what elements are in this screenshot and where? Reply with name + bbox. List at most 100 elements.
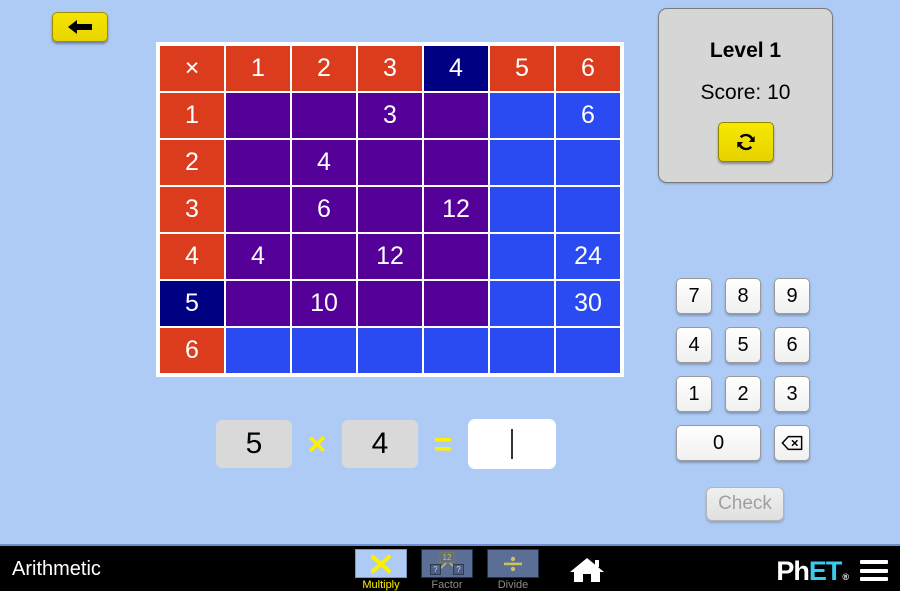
keypad-key-4[interactable]: 4: [676, 327, 712, 363]
table-header-row: × 1 2 3 4 5 6: [160, 46, 620, 91]
keypad-key-7[interactable]: 7: [676, 278, 712, 314]
screen-tab-multiply[interactable]: Multiply: [352, 549, 410, 591]
table-col-header-6[interactable]: 6: [556, 46, 620, 91]
table-cell-5x4[interactable]: [424, 281, 488, 326]
table-cell-1x3[interactable]: 3: [358, 93, 422, 138]
screen-tab-factor-label: Factor: [431, 579, 463, 591]
hamburger-menu-icon-bar: [860, 568, 888, 573]
equation-right-operand: 4: [342, 420, 418, 468]
factor-icon: 12 ? ?: [421, 549, 473, 578]
keypad-key-2[interactable]: 2: [725, 376, 761, 412]
table-col-header-2[interactable]: 2: [292, 46, 356, 91]
table-cell-4x6[interactable]: 24: [556, 234, 620, 279]
bottom-navigation-bar: Arithmetic Multiply 12 ? ? Factor Divide…: [0, 544, 900, 591]
keypad-key-6[interactable]: 6: [774, 327, 810, 363]
table-row: 5 10 30: [160, 281, 620, 326]
table-cell-1x5[interactable]: [490, 93, 554, 138]
table-cell-4x2[interactable]: [292, 234, 356, 279]
screen-tab-factor[interactable]: 12 ? ? Factor: [418, 549, 476, 591]
table-row: 3 6 12: [160, 187, 620, 232]
score-display: Score: 10: [700, 81, 791, 104]
factor-icon-product: 12: [439, 552, 455, 563]
home-icon: [570, 558, 604, 582]
table-cell-5x5[interactable]: [490, 281, 554, 326]
table-cell-4x1[interactable]: 4: [226, 234, 290, 279]
table-cell-3x1[interactable]: [226, 187, 290, 232]
table-cell-2x4[interactable]: [424, 140, 488, 185]
table-row: 4 4 12 24: [160, 234, 620, 279]
table-col-header-5[interactable]: 5: [490, 46, 554, 91]
keypad-key-8[interactable]: 8: [725, 278, 761, 314]
table-cell-5x2[interactable]: 10: [292, 281, 356, 326]
table-row-header-5[interactable]: 5: [160, 281, 224, 326]
table-cell-6x3[interactable]: [358, 328, 422, 373]
phet-logo[interactable]: Ph ET ®: [776, 556, 849, 587]
hamburger-menu-icon-bar: [860, 577, 888, 581]
table-cell-5x1[interactable]: [226, 281, 290, 326]
phet-logo-registered: ®: [842, 572, 849, 582]
table-row-header-3[interactable]: 3: [160, 187, 224, 232]
table-row-header-1[interactable]: 1: [160, 93, 224, 138]
table-col-header-3[interactable]: 3: [358, 46, 422, 91]
keypad-key-3[interactable]: 3: [774, 376, 810, 412]
keypad-key-0[interactable]: 0: [676, 425, 761, 461]
refresh-button[interactable]: [717, 122, 774, 162]
simulation-title: Arithmetic: [12, 558, 101, 580]
factor-icon-left-question: ?: [430, 564, 441, 575]
table-cell-6x5[interactable]: [490, 328, 554, 373]
table-cell-1x6[interactable]: 6: [556, 93, 620, 138]
table-row-header-6[interactable]: 6: [160, 328, 224, 373]
table-col-header-1[interactable]: 1: [226, 46, 290, 91]
back-button[interactable]: [52, 12, 108, 42]
table-cell-4x5[interactable]: [490, 234, 554, 279]
keypad-key-1[interactable]: 1: [676, 376, 712, 412]
home-button[interactable]: [566, 554, 608, 586]
table-cell-6x1[interactable]: [226, 328, 290, 373]
table-cell-1x4[interactable]: [424, 93, 488, 138]
screen-tab-divide[interactable]: Divide: [484, 549, 542, 591]
table-cell-2x1[interactable]: [226, 140, 290, 185]
text-cursor: [511, 429, 513, 459]
phet-logo-ph: Ph: [776, 556, 810, 586]
table-cell-3x6[interactable]: [556, 187, 620, 232]
table-row: 1 3 6: [160, 93, 620, 138]
table-cell-3x3[interactable]: [358, 187, 422, 232]
screen-tab-divide-label: Divide: [497, 579, 529, 591]
table-cell-3x2[interactable]: 6: [292, 187, 356, 232]
level-panel: Level 1 Score: 10: [658, 8, 833, 183]
table-cell-6x4[interactable]: [424, 328, 488, 373]
table-cell-6x2[interactable]: [292, 328, 356, 373]
phet-logo-et: ET: [808, 556, 843, 586]
table-cell-6x6[interactable]: [556, 328, 620, 373]
table-cell-1x1[interactable]: [226, 93, 290, 138]
table-cell-3x4[interactable]: 12: [424, 187, 488, 232]
equation-multiply-operator: ×: [307, 425, 327, 462]
level-title: Level 1: [709, 39, 782, 62]
table-cell-4x3[interactable]: 12: [358, 234, 422, 279]
table-cell-4x4[interactable]: [424, 234, 488, 279]
table-cell-2x5[interactable]: [490, 140, 554, 185]
keypad-key-9[interactable]: 9: [774, 278, 810, 314]
table-cell-5x3[interactable]: [358, 281, 422, 326]
factor-icon-right-question: ?: [453, 564, 464, 575]
table-row-header-2[interactable]: 2: [160, 140, 224, 185]
answer-input[interactable]: [468, 419, 556, 469]
multiplication-table[interactable]: × 1 2 3 4 5 6 1 3 6 2 4 3 6 12 4 4 12 24 5 10 30 6: [156, 42, 624, 377]
check-button[interactable]: Check: [706, 487, 784, 521]
table-cell-5x6[interactable]: 30: [556, 281, 620, 326]
table-col-header-4[interactable]: 4: [424, 46, 488, 91]
keypad-bottom-row: 0: [676, 425, 810, 461]
table-cell-2x6[interactable]: [556, 140, 620, 185]
table-cell-2x2[interactable]: 4: [292, 140, 356, 185]
table-cell-3x5[interactable]: [490, 187, 554, 232]
table-row: 6: [160, 328, 620, 373]
keypad-backspace-button[interactable]: [774, 425, 810, 461]
table-cell-2x3[interactable]: [358, 140, 422, 185]
keypad-key-5[interactable]: 5: [725, 327, 761, 363]
table-cell-1x2[interactable]: [292, 93, 356, 138]
equation-left-operand: 5: [216, 420, 292, 468]
hamburger-menu-button[interactable]: [860, 560, 888, 581]
keypad-row: 789: [676, 278, 810, 314]
table-row-header-4[interactable]: 4: [160, 234, 224, 279]
equation-equals-operator: =: [433, 425, 453, 462]
